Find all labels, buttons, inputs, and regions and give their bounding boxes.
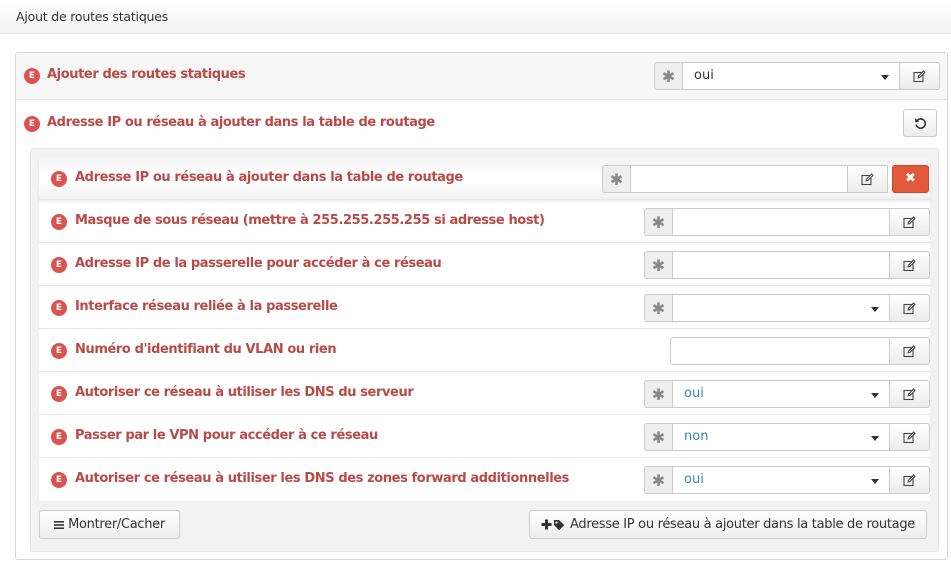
field-dns-serveur: E Autoriser ce réseau à utiliser les DNS… (39, 372, 930, 415)
chevron-down-icon (871, 393, 879, 398)
field-control: ✱ ✖ (602, 165, 929, 193)
close-icon: ✖ (905, 171, 916, 186)
toggle-button[interactable]: Montrer/Cacher (39, 510, 180, 539)
dns-forward-value: oui (684, 472, 704, 487)
field-label: Adresse IP de la passerelle pour accéder… (75, 256, 442, 271)
chevron-down-icon (881, 75, 889, 80)
chevron-down-icon (871, 307, 879, 312)
field-label: Autoriser ce réseau à utiliser les DNS d… (75, 385, 414, 400)
field-label: Adresse IP ou réseau à ajouter dans la t… (75, 170, 463, 185)
expert-badge: E (24, 116, 40, 132)
expert-badge: E (24, 68, 40, 84)
required-icon: ✱ (644, 208, 672, 236)
edit-button[interactable] (890, 380, 930, 408)
field-control (670, 337, 930, 365)
adresse-group-label: Adresse IP ou réseau à ajouter dans la t… (47, 115, 435, 130)
field-label: Numéro d'identifiant du VLAN ou rien (75, 342, 337, 357)
masque-input[interactable] (672, 208, 890, 236)
chevron-down-icon (871, 436, 879, 441)
field-label: Masque de sous réseau (mettre à 255.255.… (75, 213, 545, 228)
pencil-square-icon (861, 172, 874, 185)
row-ajouter-routes: E Ajouter des routes statiques ✱ oui (16, 53, 947, 100)
pencil-square-icon (903, 301, 916, 314)
delete-button[interactable]: ✖ (892, 165, 929, 193)
required-icon: ✱ (644, 380, 672, 408)
interface-select[interactable] (672, 294, 890, 322)
passerelle-input[interactable] (672, 251, 890, 279)
page-title: Ajout de routes statiques (16, 9, 169, 24)
add-route-label: Adresse IP ou réseau à ajouter dans la t… (570, 517, 915, 532)
field-vlan: E Numéro d'identifiant du VLAN ou rien (39, 329, 930, 372)
edit-button[interactable] (890, 423, 930, 451)
field-masque: E Masque de sous réseau (mettre à 255.25… (39, 200, 930, 243)
field-passerelle: E Adresse IP de la passerelle pour accéd… (39, 243, 930, 286)
vpn-select[interactable]: non (672, 423, 890, 451)
required-icon: ✱ (644, 466, 672, 494)
field-dns-forward: E Autoriser ce réseau à utiliser les DNS… (39, 458, 930, 501)
required-icon: ✱ (602, 165, 630, 193)
pencil-square-icon (913, 69, 926, 82)
route-entry-fields: E Adresse IP ou réseau à ajouter dans la… (39, 157, 930, 501)
ajouter-routes-select[interactable]: oui (682, 62, 900, 90)
add-route-button[interactable]: Adresse IP ou réseau à ajouter dans la t… (529, 510, 927, 539)
expert-badge: E (51, 214, 67, 230)
route-entry-group: E Adresse IP ou réseau à ajouter dans la… (30, 148, 939, 552)
required-icon: ✱ (644, 251, 672, 279)
rotate-icon (914, 117, 926, 129)
expert-badge: E (51, 300, 67, 316)
pencil-square-icon (903, 344, 916, 357)
required-icon: ✱ (644, 294, 672, 322)
field-control: ✱ oui (644, 380, 930, 408)
tag-icon (554, 519, 565, 530)
field-vpn: E Passer par le VPN pour accéder à ce ré… (39, 415, 930, 458)
expert-badge: E (51, 257, 67, 273)
field-control: ✱ (644, 294, 930, 322)
edit-button[interactable] (890, 208, 930, 236)
dns-serveur-select[interactable]: oui (672, 380, 890, 408)
edit-button[interactable] (890, 466, 930, 494)
field-label: Interface réseau reliée à la passerelle (75, 299, 338, 314)
edit-button[interactable] (890, 337, 930, 365)
bars-icon (54, 520, 65, 529)
field-interface: E Interface réseau reliée à la passerell… (39, 286, 930, 329)
expert-badge: E (51, 171, 67, 187)
vlan-input[interactable] (670, 337, 890, 365)
dns-forward-select[interactable]: oui (672, 466, 890, 494)
edit-button[interactable] (848, 165, 888, 193)
row-adresse-group: E Adresse IP ou réseau à ajouter dans la… (16, 100, 947, 147)
chevron-down-icon (871, 479, 879, 484)
vpn-value: non (684, 429, 709, 444)
toggle-label: Montrer/Cacher (68, 517, 165, 532)
expert-badge: E (51, 386, 67, 402)
field-control: ✱ (644, 208, 930, 236)
pencil-square-icon (903, 430, 916, 443)
pencil-square-icon (903, 215, 916, 228)
plus-icon (541, 519, 552, 530)
required-icon: ✱ (644, 423, 672, 451)
expert-badge: E (51, 343, 67, 359)
expert-badge: E (51, 472, 67, 488)
field-control: ✱ oui (644, 466, 930, 494)
dns-serveur-value: oui (684, 386, 704, 401)
pencil-square-icon (903, 473, 916, 486)
field-control: ✱ non (644, 423, 930, 451)
reset-button[interactable] (903, 109, 937, 137)
ajouter-routes-label: Ajouter des routes statiques (47, 67, 246, 82)
page-header: Ajout de routes statiques (0, 0, 951, 34)
expert-badge: E (51, 429, 67, 445)
pencil-square-icon (903, 258, 916, 271)
edit-button[interactable] (890, 251, 930, 279)
adresse-ip-input[interactable] (630, 165, 848, 193)
required-icon: ✱ (654, 62, 682, 90)
static-routes-panel: E Ajouter des routes statiques ✱ oui E A… (15, 52, 948, 560)
edit-button[interactable] (890, 294, 930, 322)
ajouter-routes-value: oui (694, 68, 714, 83)
edit-button[interactable] (900, 62, 940, 90)
field-adresse-ip: E Adresse IP ou réseau à ajouter dans la… (39, 157, 930, 200)
field-control: ✱ (644, 251, 930, 279)
field-label: Passer par le VPN pour accéder à ce rése… (75, 428, 378, 443)
ajouter-routes-control: ✱ oui (654, 62, 940, 90)
pencil-square-icon (903, 387, 916, 400)
field-label: Autoriser ce réseau à utiliser les DNS d… (75, 471, 570, 486)
